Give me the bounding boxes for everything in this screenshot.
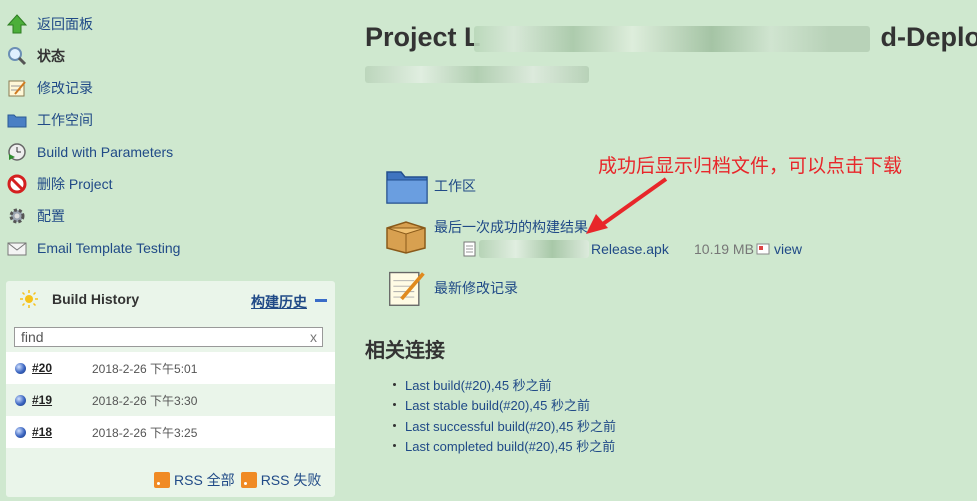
rss-all-link[interactable]: RSS 全部 xyxy=(174,470,235,490)
related-links-list: Last build(#20),45 秒之前 Last stable build… xyxy=(393,374,616,456)
last-success-link[interactable]: 最后一次成功的构建结果 xyxy=(434,217,588,237)
list-item: Last successful build(#20),45 秒之前 xyxy=(393,415,616,436)
task-label: 状态 xyxy=(37,48,65,64)
no-entry-icon xyxy=(6,173,28,195)
task-label: Email Template Testing xyxy=(37,240,181,256)
sun-icon xyxy=(20,290,38,308)
blue-ball-status-icon xyxy=(15,362,26,374)
build-date: 2018-2-26 下午3:30 xyxy=(92,393,198,408)
bullet xyxy=(393,403,396,407)
last-build-link[interactable]: Last build(#20),45 秒之前 xyxy=(405,375,552,394)
redacted-title-blur xyxy=(474,26,870,52)
notepad-icon xyxy=(389,271,425,306)
bullet xyxy=(393,444,396,448)
build-history-panel: Build History 构建历史 find x #20 2018-2-26 … xyxy=(6,281,335,497)
task-label: 修改记录 xyxy=(37,80,93,96)
build-number-link[interactable]: #19 xyxy=(32,393,92,407)
search-text: find xyxy=(21,329,44,345)
artifact-row: Release.apk xyxy=(463,240,669,258)
last-successful-build-link[interactable]: Last successful build(#20),45 秒之前 xyxy=(405,416,616,435)
sidebar-tasks: 返回面板 状态 修改记录 工作空间 Build with Parameters … xyxy=(6,8,336,264)
task-configure[interactable]: 配置 xyxy=(6,200,336,232)
annotation-arrow-icon xyxy=(586,177,668,234)
task-back-to-dashboard[interactable]: 返回面板 xyxy=(6,8,336,40)
redacted-description-blur xyxy=(365,66,589,83)
list-item: Last build(#20),45 秒之前 xyxy=(393,374,616,395)
task-email-template-testing[interactable]: Email Template Testing xyxy=(6,232,336,264)
changes-link[interactable]: 最新修改记录 xyxy=(434,278,518,298)
rss-links: RSS 全部 RSS 失败 xyxy=(154,470,321,490)
rss-icon xyxy=(154,472,170,488)
build-row[interactable]: #20 2018-2-26 下午5:01 xyxy=(6,352,335,384)
bullet xyxy=(393,382,396,386)
gear-icon xyxy=(6,205,28,227)
task-build-with-parameters[interactable]: Build with Parameters xyxy=(6,136,336,168)
task-label: 配置 xyxy=(37,208,65,224)
file-icon xyxy=(463,241,476,257)
task-status[interactable]: 状态 xyxy=(6,40,336,72)
task-workspace[interactable]: 工作空间 xyxy=(6,104,336,136)
related-links-heading: 相关连接 xyxy=(365,340,445,362)
title-prefix: Project L xyxy=(365,22,481,52)
artifact-size: 10.19 MB xyxy=(694,241,754,257)
folder-icon xyxy=(6,109,28,131)
rss-icon xyxy=(240,472,257,488)
view-row: view xyxy=(756,241,802,257)
up-arrow-icon xyxy=(6,13,28,35)
folder-icon xyxy=(386,171,428,204)
last-stable-build-link[interactable]: Last stable build(#20),45 秒之前 xyxy=(405,395,590,414)
rss-failed-link[interactable]: RSS 失败 xyxy=(261,470,322,490)
bullet xyxy=(393,423,396,427)
magnifier-icon xyxy=(6,45,28,67)
trend-link[interactable]: 构建历史 xyxy=(251,292,307,312)
clear-search-button[interactable]: x xyxy=(310,329,317,345)
blue-ball-status-icon xyxy=(15,426,26,438)
redacted-filename-blur xyxy=(479,240,589,258)
blue-ball-status-icon xyxy=(15,394,26,406)
build-number-link[interactable]: #18 xyxy=(32,425,92,439)
changes-row: 最新修改记录 xyxy=(385,268,518,308)
trend-icon[interactable] xyxy=(315,299,327,302)
notepad-icon xyxy=(6,77,28,99)
task-label: 工作空间 xyxy=(37,112,93,128)
task-label: 删除 Project xyxy=(37,176,113,192)
build-search-input[interactable]: find x xyxy=(14,327,323,347)
annotation-text: 成功后显示归档文件，可以点击下载 xyxy=(598,156,903,177)
build-date: 2018-2-26 下午5:01 xyxy=(92,361,198,376)
workspace-row: 工作区 xyxy=(385,166,476,206)
build-date: 2018-2-26 下午3:25 xyxy=(92,425,198,440)
package-icon xyxy=(386,221,426,254)
envelope-icon xyxy=(6,237,28,259)
fingerprint-icon xyxy=(756,243,770,255)
artifact-link[interactable]: Release.apk xyxy=(591,241,669,257)
list-item: Last completed build(#20),45 秒之前 xyxy=(393,436,616,457)
build-history-header: Build History 构建历史 xyxy=(6,281,335,317)
build-number-link[interactable]: #20 xyxy=(32,361,92,375)
view-link[interactable]: view xyxy=(774,241,802,257)
title-suffix: d-Deploy xyxy=(880,22,977,52)
workspace-link[interactable]: 工作区 xyxy=(434,176,476,196)
task-delete-project[interactable]: 删除 Project xyxy=(6,168,336,200)
task-label: 返回面板 xyxy=(37,16,93,32)
build-row[interactable]: #19 2018-2-26 下午3:30 xyxy=(6,384,335,416)
last-completed-build-link[interactable]: Last completed build(#20),45 秒之前 xyxy=(405,436,615,455)
list-item: Last stable build(#20),45 秒之前 xyxy=(393,395,616,416)
build-history-title: Build History xyxy=(52,291,140,307)
build-row[interactable]: #18 2018-2-26 下午3:25 xyxy=(6,416,335,448)
clock-play-icon xyxy=(6,141,28,163)
task-changes[interactable]: 修改记录 xyxy=(6,72,336,104)
task-label: Build with Parameters xyxy=(37,144,174,160)
